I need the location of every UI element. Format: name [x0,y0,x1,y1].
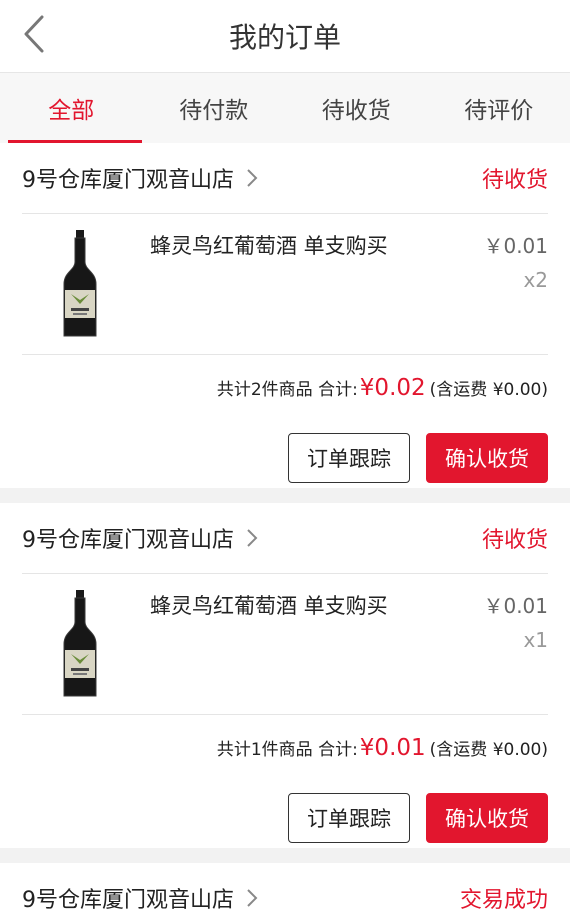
order-header: 9号仓库厦门观音山店 交易成功 [22,863,548,920]
store-name: 9号仓库厦门观音山店 [22,528,234,553]
page-title: 我的订单 [228,21,341,54]
wine-bottle-image [63,230,97,337]
wine-bottle-image [63,590,97,697]
item-count-text: 共计1件商品 合计: [216,740,358,760]
order-item[interactable]: 蜂灵鸟红葡萄酒 单支购买 ￥0.01 x2 [22,214,548,355]
product-name: 蜂灵鸟红葡萄酒 单支购买 [150,234,388,258]
chevron-right-icon [247,529,258,547]
order-footer: 共计2件商品 合计: ¥0.02 (含运费 ¥0.00) 订单跟踪 确认收货 [22,355,548,489]
order-footer: 共计1件商品 合计: ¥0.01 (含运费 ¥0.00) 订单跟踪 确认收货 [22,715,548,849]
order-header: 9号仓库厦门观音山店 待收货 [22,503,548,574]
order-total: ¥0.02 [359,375,426,401]
product-price: ￥0.01 [483,234,548,258]
order-total: ¥0.01 [359,735,426,761]
store-link[interactable]: 9号仓库厦门观音山店 [22,143,258,213]
confirm-receipt-button[interactable]: 确认收货 [426,433,548,483]
order-list-screen: 我的订单 全部 待付款 待收货 待评价 9号仓库厦门观音山店 待收货 蜂灵鸟红葡… [0,0,570,920]
shipping-fee: (含运费 ¥0.00) [429,740,548,760]
product-name: 蜂灵鸟红葡萄酒 单支购买 [150,594,388,618]
order-summary: 共计2件商品 合计: ¥0.02 (含运费 ¥0.00) [217,375,548,409]
order-status-tabs: 全部 待付款 待收货 待评价 [0,73,570,143]
order-card: 9号仓库厦门观音山店 待收货 蜂灵鸟红葡萄酒 单支购买 ￥0.01 x1 共计1… [0,503,570,848]
track-order-button[interactable]: 订单跟踪 [288,433,410,483]
product-price: ￥0.01 [483,594,548,618]
store-link[interactable]: 9号仓库厦门观音山店 [22,503,258,573]
chevron-right-icon [247,169,258,187]
chevron-left-icon [24,15,44,53]
order-header: 9号仓库厦门观音山店 待收货 [22,143,548,214]
order-status: 待收货 [481,528,548,553]
track-order-button[interactable]: 订单跟踪 [288,793,410,843]
store-name: 9号仓库厦门观音山店 [22,168,234,193]
tab-pending-receipt[interactable]: 待收货 [285,73,428,143]
product-quantity: x1 [523,628,548,652]
order-summary: 共计1件商品 合计: ¥0.01 (含运费 ¥0.00) [217,735,548,769]
store-name: 9号仓库厦门观音山店 [22,888,234,913]
order-card: 9号仓库厦门观音山店 待收货 蜂灵鸟红葡萄酒 单支购买 ￥0.01 x2 共计2… [0,143,570,488]
back-button[interactable] [10,8,58,60]
confirm-receipt-button[interactable]: 确认收货 [426,793,548,843]
order-status: 交易成功 [459,888,548,913]
tab-pending-review[interactable]: 待评价 [428,73,570,143]
order-item[interactable]: 蜂灵鸟红葡萄酒 单支购买 ￥0.01 x1 [22,574,548,715]
store-link[interactable]: 9号仓库厦门观音山店 [22,863,258,920]
tab-pending-payment[interactable]: 待付款 [143,73,286,143]
top-navigation-bar: 我的订单 [0,0,570,73]
order-card: 9号仓库厦门观音山店 交易成功 [0,863,570,920]
product-quantity: x2 [523,268,548,292]
shipping-fee: (含运费 ¥0.00) [429,380,548,400]
item-count-text: 共计2件商品 合计: [216,380,358,400]
order-status: 待收货 [481,168,548,193]
chevron-right-icon [247,889,258,907]
tab-all[interactable]: 全部 [0,73,143,143]
